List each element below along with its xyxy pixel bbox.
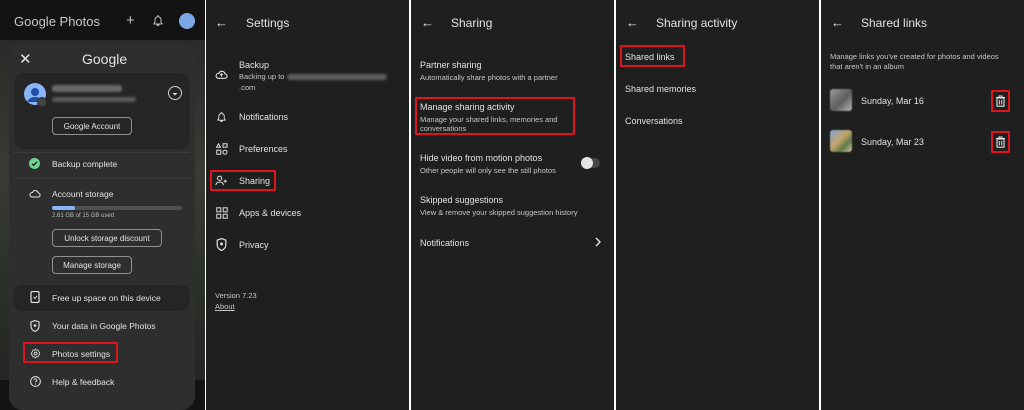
- shared-links-description-1: Manage links you've created for photos a…: [830, 52, 999, 61]
- sharing-item[interactable]: Sharing: [239, 176, 270, 186]
- phone-icon: [30, 291, 40, 303]
- add-icon[interactable]: +: [126, 13, 135, 28]
- hide-video-sub: Other people will only see the still pho…: [420, 166, 556, 175]
- manage-sharing-activity-item[interactable]: Manage sharing activity: [420, 102, 515, 112]
- page-title: Shared links: [861, 16, 928, 30]
- avatar-small[interactable]: [179, 13, 195, 29]
- page-title: Settings: [246, 16, 290, 30]
- redacted-name: [52, 85, 122, 92]
- unlock-storage-button[interactable]: Unlock storage discount: [52, 229, 162, 247]
- shared-links-item[interactable]: Shared links: [625, 52, 675, 62]
- skipped-suggestions-sub: View & remove your skipped suggestion hi…: [420, 208, 578, 217]
- storage-bar-fill: [52, 206, 75, 210]
- version-label: Version 7.23: [215, 291, 257, 300]
- app-title: Google Photos: [14, 14, 101, 29]
- cloud-upload-icon: [215, 69, 228, 80]
- manage-sharing-sub-2: conversations: [420, 124, 467, 133]
- back-arrow-icon[interactable]: ←: [215, 15, 228, 30]
- link-thumbnail[interactable]: [830, 89, 852, 111]
- back-arrow-icon[interactable]: ←: [831, 15, 844, 30]
- redacted-email: [287, 74, 387, 80]
- free-up-space-label: Free up space on this device: [52, 293, 161, 303]
- notifications-item[interactable]: Notifications: [420, 238, 469, 248]
- panel-sharing: ← Sharing Partner sharing Automatically …: [411, 0, 614, 410]
- preferences-icon: [216, 143, 228, 155]
- divider: [14, 152, 190, 153]
- chevron-right-icon: [594, 237, 602, 247]
- help-icon: [30, 376, 41, 387]
- about-link[interactable]: About: [215, 302, 235, 311]
- shared-memories-item[interactable]: Shared memories: [625, 84, 696, 94]
- help-feedback-item[interactable]: Help & feedback: [52, 377, 114, 387]
- privacy-item[interactable]: Privacy: [239, 240, 269, 250]
- trash-icon[interactable]: [995, 136, 1006, 148]
- google-account-button[interactable]: Google Account: [52, 117, 132, 135]
- shared-links-description-2: that aren't in an album: [830, 62, 904, 71]
- privacy-shield-icon: [216, 238, 227, 251]
- gear-icon: [30, 348, 41, 359]
- account-storage-label: Account storage: [52, 189, 114, 199]
- panel-shared-links: ← Shared links Manage links you've creat…: [821, 0, 1024, 410]
- close-icon[interactable]: ✕: [19, 50, 32, 68]
- your-data-item[interactable]: Your data in Google Photos: [52, 321, 156, 331]
- screenshot-strip: Google Photos + ✕ Google Google Account …: [0, 0, 1024, 410]
- panel-sharing-activity: ← Sharing activity Shared links Shared m…: [616, 0, 819, 410]
- back-arrow-icon[interactable]: ←: [421, 15, 434, 30]
- manage-storage-button[interactable]: Manage storage: [52, 256, 132, 274]
- skipped-suggestions-item[interactable]: Skipped suggestions: [420, 195, 503, 205]
- hide-video-item: Hide video from motion photos: [420, 153, 543, 163]
- cloud-icon: [29, 189, 41, 198]
- photos-settings-item[interactable]: Photos settings: [52, 349, 110, 359]
- toggle-thumb: [581, 157, 593, 169]
- back-arrow-icon[interactable]: ←: [626, 15, 639, 30]
- manage-sharing-sub-1: Manage your shared links, memories and: [420, 115, 558, 124]
- divider: [14, 178, 190, 179]
- panel-account-sheet: Google Photos + ✕ Google Google Account …: [0, 0, 205, 410]
- notifications-item[interactable]: Notifications: [239, 112, 288, 122]
- shared-link-date[interactable]: Sunday, Mar 23: [861, 137, 924, 147]
- apps-devices-icon: [216, 207, 228, 219]
- storage-usage: 2.61 GB of 15 GB used: [52, 213, 115, 219]
- shared-link-date[interactable]: Sunday, Mar 16: [861, 96, 924, 106]
- shield-icon: [30, 320, 40, 332]
- sheet-title: Google: [82, 51, 128, 67]
- people-icon: [215, 175, 228, 186]
- redacted-email: [52, 97, 136, 102]
- partner-sharing-sub: Automatically share photos with a partne…: [420, 73, 558, 82]
- backup-sub: Backing up to: [239, 72, 285, 81]
- page-title: Sharing activity: [656, 16, 738, 30]
- chevron-down-icon[interactable]: [168, 86, 182, 100]
- preferences-item[interactable]: Preferences: [239, 144, 288, 154]
- panel-settings: ← Settings Backup Backing up to .com Not…: [206, 0, 409, 410]
- backup-item[interactable]: Backup: [239, 60, 269, 70]
- backup-sub-domain: .com: [239, 83, 256, 92]
- apps-devices-item[interactable]: Apps & devices: [239, 208, 301, 218]
- conversations-item[interactable]: Conversations: [625, 116, 683, 126]
- bell-icon: [216, 111, 227, 123]
- partner-sharing-item[interactable]: Partner sharing: [420, 60, 482, 70]
- page-title: Sharing: [451, 16, 493, 30]
- trash-icon[interactable]: [995, 95, 1006, 107]
- camera-badge-icon: [37, 97, 47, 107]
- backup-status: Backup complete: [52, 159, 118, 169]
- check-circle-icon: [29, 158, 40, 169]
- notification-bell-icon[interactable]: [152, 14, 164, 27]
- link-thumbnail[interactable]: [830, 130, 852, 152]
